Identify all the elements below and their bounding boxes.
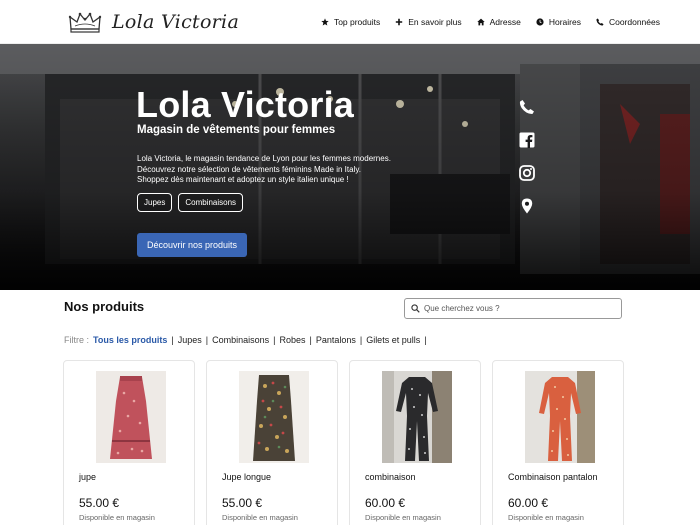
search-icon [411, 304, 420, 313]
product-availability: Disponible en magasin [79, 513, 155, 522]
product-price: 60.00 € [365, 496, 406, 510]
product-card[interactable]: jupe 55.00 € Disponible en magasin [63, 360, 195, 525]
product-name: jupe [79, 472, 97, 482]
plus-icon [396, 18, 403, 26]
product-name: combinaison [365, 472, 416, 482]
filter-robes[interactable]: Robes [279, 335, 305, 345]
product-availability: Disponible en magasin [222, 513, 298, 522]
phone-icon [596, 18, 604, 26]
product-price: 55.00 € [222, 496, 263, 510]
phone-icon[interactable] [519, 99, 535, 115]
nav-label: Top produits [333, 17, 381, 27]
tag-combinaisons[interactable]: Combinaisons [178, 193, 244, 212]
product-card[interactable]: Combinaison pantalon 60.00 € Disponible … [492, 360, 624, 525]
filter-bar: Filtre : Tous les produits | Jupes | Com… [64, 335, 431, 345]
social-links [519, 99, 535, 214]
brand-name: Lola Victoria [112, 10, 240, 33]
filter-separator: | [273, 335, 276, 345]
product-price: 60.00 € [508, 496, 549, 510]
product-image [96, 371, 166, 463]
filter-separator: | [359, 335, 363, 345]
hero-banner: Lola Victoria Magasin de vêtements pour … [0, 44, 700, 290]
nav-links: Top produits En savoir plus Adresse Hora… [306, 0, 660, 44]
brand-logo[interactable]: Lola Victoria [68, 11, 239, 33]
product-card[interactable]: combinaison 60.00 € Disponible en magasi… [349, 360, 481, 525]
filter-separator: | [205, 335, 209, 345]
nav-horaires[interactable]: Horaires [536, 17, 581, 27]
hero-tags: Jupes Combinaisons [137, 193, 244, 212]
top-navbar: Lola Victoria Top produits En savoir plu… [0, 0, 700, 44]
discover-products-button[interactable]: Découvrir nos produits [137, 233, 247, 257]
hero-subtitle: Magasin de vêtements pour femmes [137, 124, 336, 136]
product-image [239, 371, 309, 463]
nav-top-produits[interactable]: Top produits [321, 17, 380, 27]
product-image [525, 371, 595, 463]
star-icon [321, 18, 329, 26]
product-price: 55.00 € [79, 496, 120, 510]
facebook-icon[interactable] [519, 132, 535, 148]
clock-icon [536, 18, 544, 26]
filter-pantalons[interactable]: Pantalons [316, 335, 356, 345]
products-section-title: Nos produits [64, 299, 145, 314]
product-name: Combinaison pantalon [508, 472, 598, 482]
filter-jupes[interactable]: Jupes [178, 335, 202, 345]
product-name: Jupe longue [222, 472, 272, 482]
nav-adresse[interactable]: Adresse [476, 17, 521, 27]
crown-icon [68, 12, 102, 33]
product-search[interactable] [404, 298, 622, 319]
instagram-icon[interactable] [519, 165, 535, 181]
nav-label: Adresse [489, 17, 521, 27]
hero-title: Lola Victoria [136, 84, 355, 125]
tag-jupes[interactable]: Jupes [137, 193, 173, 212]
nav-coordonnees[interactable]: Coordonnées [596, 17, 660, 27]
product-grid: jupe 55.00 € Disponible en magasin Jupe … [63, 360, 624, 525]
nav-label: Coordonnées [608, 17, 660, 27]
product-image [382, 371, 452, 463]
filter-tous-les-produits[interactable]: Tous les produits [93, 335, 167, 345]
filter-separator: | [171, 335, 174, 345]
home-icon [476, 18, 485, 26]
nav-label: En savoir plus [408, 17, 462, 27]
search-input[interactable] [424, 304, 614, 313]
map-pin-icon[interactable] [519, 198, 535, 214]
nav-label: Horaires [548, 17, 581, 27]
nav-en-savoir-plus[interactable]: En savoir plus [395, 17, 462, 27]
product-availability: Disponible en magasin [365, 513, 441, 522]
product-availability: Disponible en magasin [508, 513, 584, 522]
filter-separator: | [309, 335, 312, 345]
hero-description: Lola Victoria, le magasin tendance de Ly… [137, 154, 391, 184]
filter-label: Filtre : [64, 335, 90, 345]
filter-gilets-et-pulls[interactable]: Gilets et pulls [366, 335, 420, 345]
filter-separator: | [424, 335, 427, 345]
filter-combinaisons[interactable]: Combinaisons [212, 335, 269, 345]
product-card[interactable]: Jupe longue 55.00 € Disponible en magasi… [206, 360, 338, 525]
